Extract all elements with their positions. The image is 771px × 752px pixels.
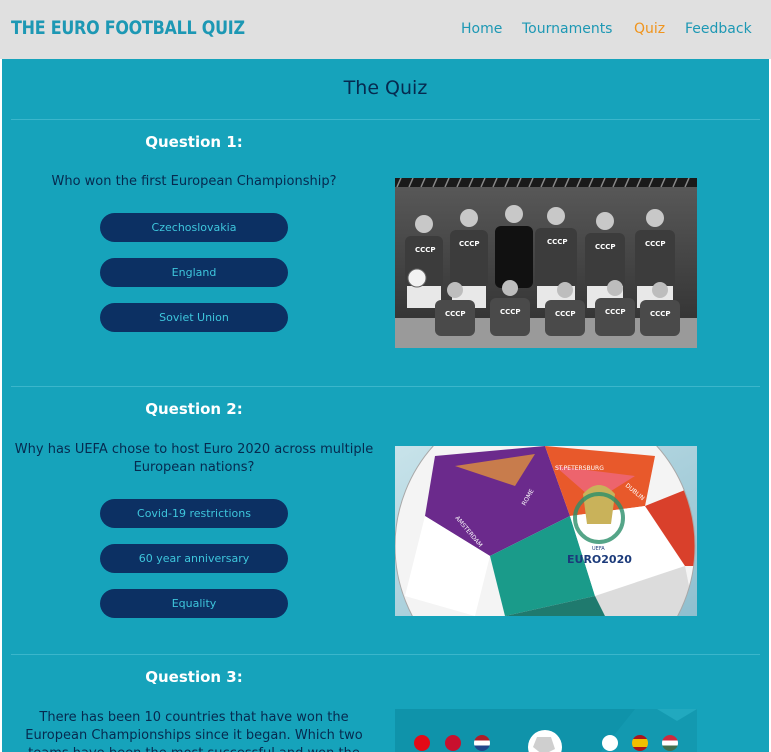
nav-quiz[interactable]: Quiz: [634, 21, 665, 37]
nav-home[interactable]: Home: [461, 21, 502, 37]
euro2020-ball-image: ST.PETERSBURG DUBLIN ROME AMSTERDAM BAKU…: [395, 446, 697, 616]
ball-text: ST.PETERSBURG: [555, 465, 604, 472]
spain-flag-icon: [632, 735, 648, 751]
answer-button[interactable]: Czechoslovakia: [100, 213, 288, 242]
question-1-text: Who won the first European Championship?: [51, 174, 337, 189]
answer-button[interactable]: 60 year anniversary: [100, 544, 288, 573]
shirt-text: CCCP: [595, 243, 616, 251]
shirt-text: CCCP: [645, 240, 666, 248]
answer-button[interactable]: England: [100, 258, 288, 287]
england-flag-icon: [602, 735, 618, 751]
question-2-text: Why has UEFA chose to host Euro 2020 acr…: [14, 442, 374, 475]
shirt-text: CCCP: [415, 246, 436, 254]
ball-text: EURO2020: [567, 553, 632, 566]
answer-button[interactable]: Covid-19 restrictions: [100, 499, 288, 528]
shirt-text: CCCP: [547, 238, 568, 246]
ball-text: UEFA: [592, 546, 605, 552]
question-1-image: CCCP CCCP CCCP CCCP CCCP CCCP CCCP CCCP …: [395, 178, 697, 348]
question-3-text: There has been 10 countries that have wo…: [25, 710, 363, 752]
turkey-flag-icon: [414, 735, 430, 751]
denmark-flag-icon: [445, 735, 461, 751]
shirt-text: CCCP: [555, 310, 576, 318]
question-1-title: Question 1:: [145, 133, 243, 151]
shirt-text: CCCP: [459, 240, 480, 248]
question-2-title: Question 2:: [145, 400, 243, 418]
shirt-text: CCCP: [500, 308, 521, 316]
divider: [11, 654, 760, 655]
quiz-section: The Quiz Question 1: Who won the first E…: [2, 59, 769, 752]
shirt-text: CCCP: [650, 310, 671, 318]
soviet-team-photo: CCCP CCCP CCCP CCCP CCCP CCCP CCCP CCCP …: [395, 178, 697, 348]
question-3-image: [395, 709, 697, 752]
answer-button[interactable]: Soviet Union: [100, 303, 288, 332]
flags-ball-image: [395, 709, 697, 752]
question-2-image: ST.PETERSBURG DUBLIN ROME AMSTERDAM BAKU…: [395, 446, 697, 616]
hungary-flag-icon: [662, 735, 678, 751]
nav-tournaments[interactable]: Tournaments: [522, 21, 612, 37]
shirt-text: CCCP: [445, 310, 466, 318]
site-title[interactable]: THE EURO FOOTBALL QUIZ: [11, 17, 245, 39]
answer-button[interactable]: Equality: [100, 589, 288, 618]
question-3-title: Question 3:: [145, 668, 243, 686]
divider: [11, 386, 760, 387]
netherlands-flag-icon: [474, 735, 490, 751]
page-title: The Quiz: [343, 77, 428, 99]
shirt-text: CCCP: [605, 308, 626, 316]
navbar: THE EURO FOOTBALL QUIZ Home Tournaments …: [0, 0, 771, 59]
nav-feedback[interactable]: Feedback: [685, 21, 752, 37]
divider: [11, 119, 760, 120]
